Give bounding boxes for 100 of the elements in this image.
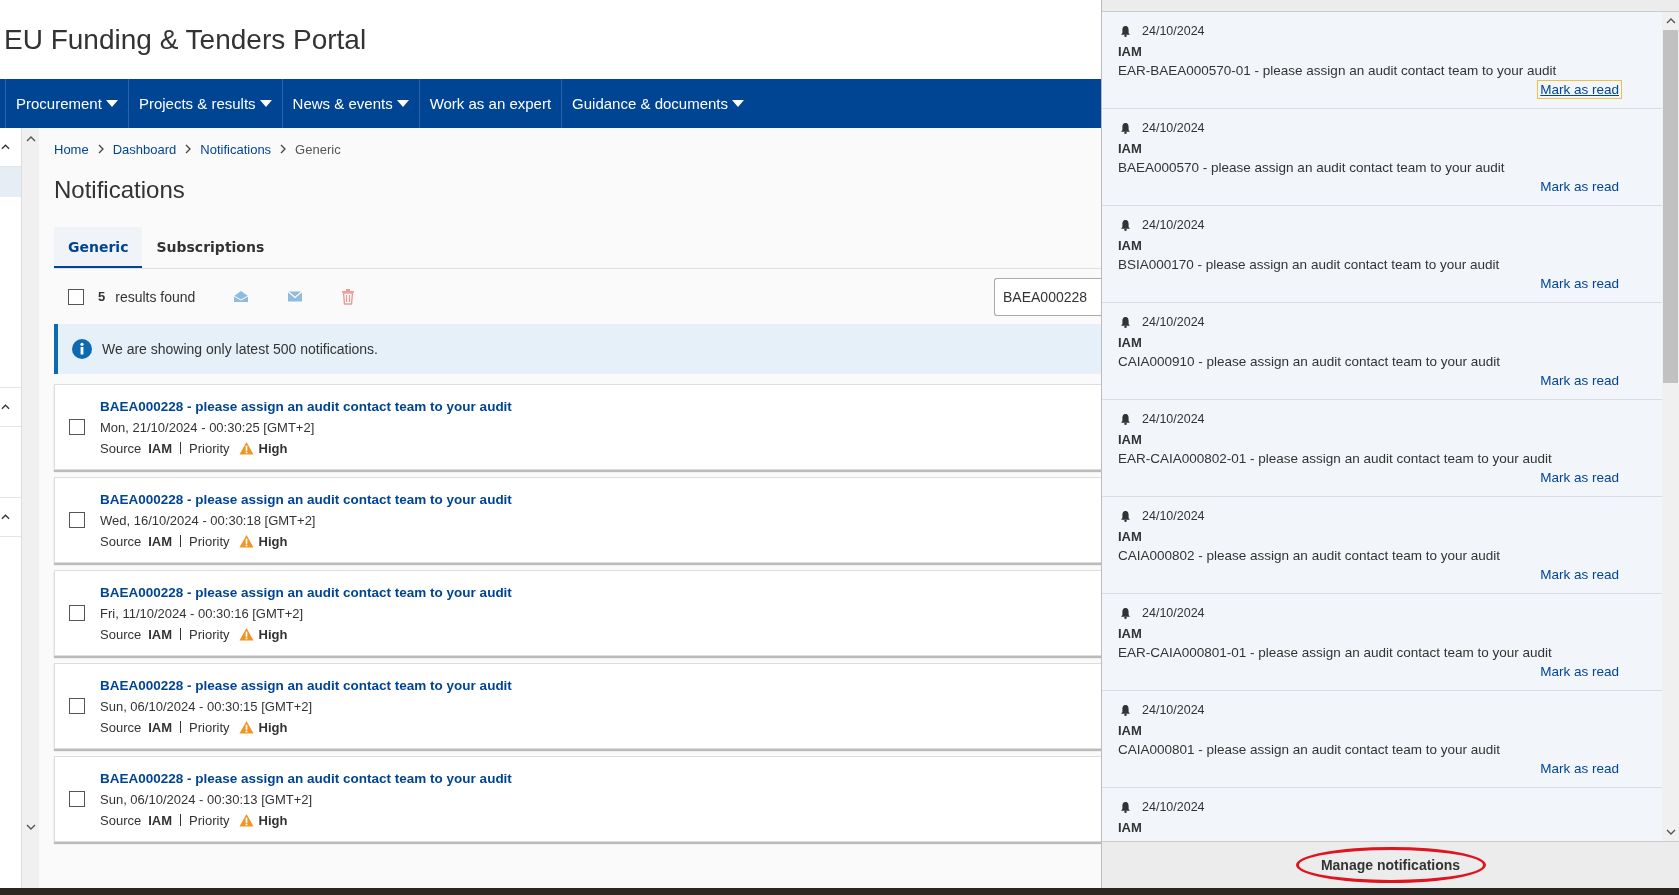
- mark-as-read-link[interactable]: Mark as read: [1537, 80, 1622, 99]
- warning-icon: [238, 720, 254, 734]
- source-value: IAM: [148, 719, 173, 735]
- notification-date: 24/10/2024: [1142, 24, 1205, 38]
- priority-value: High: [258, 440, 288, 456]
- notification-title-link[interactable]: BAEA000228 - please assign an audit contact team to your audit: [100, 770, 512, 786]
- bell-icon: [1120, 607, 1131, 619]
- notification-message: CAIA000802 - please assign an audit contact team to your audit: [1118, 548, 1501, 563]
- mark-as-read-link[interactable]: Mark as read: [1537, 565, 1622, 584]
- checkbox[interactable]: [69, 419, 85, 435]
- notification-source: IAM: [1118, 723, 1143, 740]
- notification-message: CAIA000910 - please assign an audit contact team to your audit: [1118, 354, 1501, 369]
- breadcrumb-link[interactable]: Notifications: [200, 141, 272, 157]
- source-value: IAM: [148, 626, 173, 642]
- notification-date: 24/10/2024: [1142, 218, 1205, 232]
- results-label: results found: [115, 288, 196, 305]
- checkbox[interactable]: [69, 698, 85, 714]
- caret-icon[interactable]: [1, 514, 10, 520]
- notification-date: Sun, 06/10/2024 - 00:30:15 [GMT+2]: [100, 698, 314, 714]
- notification-title-link[interactable]: BAEA000228 - please assign an audit contact team to your audit: [100, 398, 512, 414]
- bell-icon: [1120, 25, 1131, 37]
- tab[interactable]: Generic: [54, 227, 143, 268]
- mark-as-read-link[interactable]: Mark as read: [1537, 759, 1622, 778]
- caret-icon[interactable]: [1, 404, 10, 410]
- warning-icon: [238, 441, 254, 455]
- scrollbar-thumb[interactable]: [1663, 30, 1678, 383]
- scrollbar[interactable]: [22, 128, 39, 888]
- search-field[interactable]: BAEA000228: [994, 277, 1102, 316]
- priority-label: Priority: [189, 533, 230, 549]
- tab[interactable]: Subscriptions: [142, 227, 279, 268]
- notification-message: EAR-CAIA000801-01 - please assign an audit contact team to your audit: [1118, 645, 1553, 660]
- priority-label: Priority: [189, 719, 230, 735]
- notification-source: IAM: [1118, 238, 1143, 255]
- notification-source: IAM: [1118, 529, 1143, 546]
- scroll-down-icon: [1665, 829, 1676, 835]
- notification-source: IAM: [1118, 44, 1143, 61]
- scrollbar[interactable]: [1662, 12, 1679, 841]
- scroll-up-icon: [1665, 18, 1676, 24]
- manage-notifications-link[interactable]: Manage notifications: [1320, 857, 1461, 873]
- source-value: IAM: [148, 440, 173, 456]
- notification-message: CAIA000801 - please assign an audit contact team to your audit: [1118, 742, 1501, 757]
- bell-icon: [1120, 510, 1131, 522]
- notification-date: 24/10/2024: [1142, 800, 1205, 814]
- notification-source: IAM: [1118, 626, 1143, 643]
- priority-value: High: [258, 626, 288, 642]
- bell-icon: [1120, 704, 1131, 716]
- notification-title-link[interactable]: BAEA000228 - please assign an audit contact team to your audit: [100, 677, 512, 693]
- site-title: EU Funding & Tenders Portal: [4, 23, 367, 56]
- notification-title-link[interactable]: BAEA000228 - please assign an audit contact team to your audit: [100, 584, 512, 600]
- bell-icon: [1120, 801, 1131, 813]
- notification-source: IAM: [1118, 432, 1143, 449]
- bell-icon: [1120, 316, 1131, 328]
- notification-date: 24/10/2024: [1142, 703, 1205, 717]
- notification-source: IAM: [1118, 820, 1143, 837]
- notification-date: 24/10/2024: [1142, 121, 1205, 135]
- envelope-icon: [287, 290, 304, 303]
- chevron-icon: [185, 144, 192, 154]
- notification-date: 24/10/2024: [1142, 412, 1205, 426]
- mark-as-read-link[interactable]: Mark as read: [1537, 468, 1622, 487]
- result-count: 5: [98, 289, 106, 304]
- source-label: Source: [100, 440, 142, 456]
- source-label: Source: [100, 719, 142, 735]
- priority-value: High: [258, 719, 288, 735]
- breadcrumb-link[interactable]: Dashboard: [112, 141, 177, 157]
- bell-icon: [1120, 122, 1131, 134]
- info-icon: [72, 339, 92, 359]
- mark-as-read-link[interactable]: Mark as read: [1537, 177, 1622, 196]
- checkbox[interactable]: [69, 605, 85, 621]
- mark-as-read-link[interactable]: Mark as read: [1537, 274, 1622, 293]
- info-text: We are showing only latest 500 notifications.: [102, 341, 378, 357]
- priority-value: High: [258, 533, 288, 549]
- notification-date: 24/10/2024: [1142, 315, 1205, 329]
- page-title: Notifications: [54, 176, 185, 205]
- source-value: IAM: [148, 812, 173, 828]
- priority-label: Priority: [189, 440, 230, 456]
- notification-message: EAR-CAIA000802-01 - please assign an audit contact team to your audit: [1118, 451, 1553, 466]
- checkbox[interactable]: [69, 512, 85, 528]
- mark-as-read-link[interactable]: Mark as read: [1537, 662, 1622, 681]
- scroll-up-icon[interactable]: [25, 136, 36, 142]
- source-label: Source: [100, 626, 142, 642]
- source-label: Source: [100, 812, 142, 828]
- breadcrumb-link[interactable]: Home: [54, 141, 89, 157]
- breadcrumb-current: Generic: [295, 141, 341, 157]
- select-all-checkbox[interactable]: [68, 288, 84, 305]
- bell-icon: [1120, 413, 1131, 425]
- notification-date: Wed, 16/10/2024 - 00:30:18 [GMT+2]: [100, 512, 317, 528]
- chevron-icon: [97, 144, 104, 154]
- notification-message: BAEA000570 - please assign an audit contact team to your audit: [1118, 160, 1506, 175]
- bell-icon: [1120, 219, 1131, 231]
- warning-icon: [238, 627, 254, 641]
- notification-date: Fri, 11/10/2024 - 00:30:16 [GMT+2]: [100, 605, 305, 621]
- caret-icon[interactable]: [1, 144, 10, 150]
- notification-title-link[interactable]: BAEA000228 - please assign an audit contact team to your audit: [100, 491, 512, 507]
- warning-icon: [238, 534, 254, 548]
- priority-label: Priority: [189, 626, 230, 642]
- notification-message: EAR-BAEA000570-01 - please assign an audit contact team to your audit: [1118, 63, 1558, 78]
- scroll-down-icon[interactable]: [25, 824, 36, 830]
- notification-date: Sun, 06/10/2024 - 00:30:13 [GMT+2]: [100, 791, 314, 807]
- mark-as-read-link[interactable]: Mark as read: [1537, 371, 1622, 390]
- checkbox[interactable]: [69, 791, 85, 807]
